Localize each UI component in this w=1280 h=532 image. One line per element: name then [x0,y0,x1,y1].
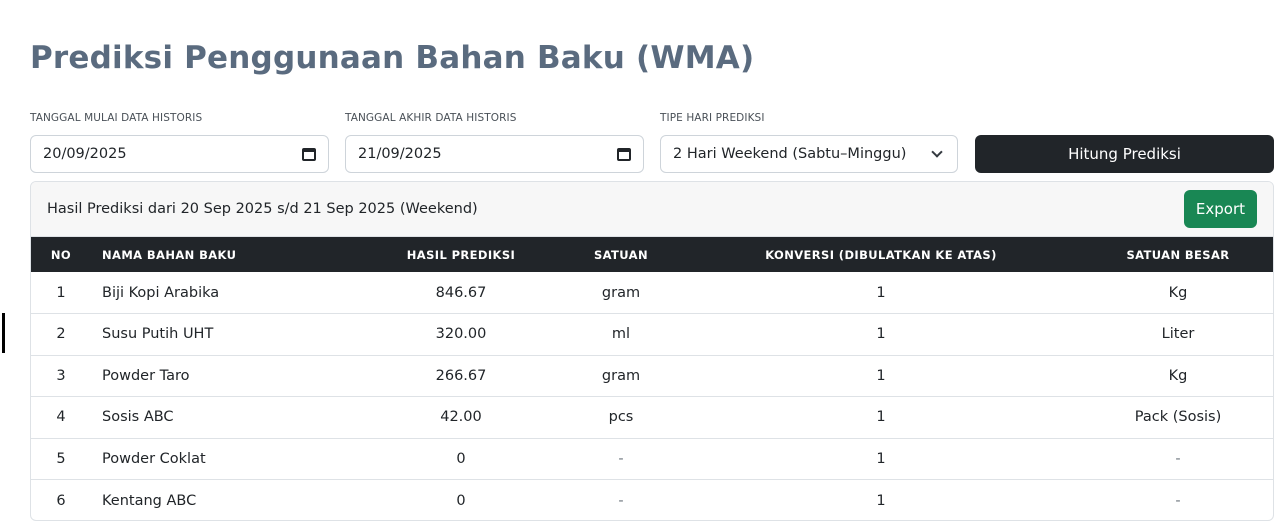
row-unit: gram [601,284,641,301]
result-title: Hasil Prediksi dari 20 Sep 2025 s/d 21 S… [47,201,478,217]
page-title: Prediksi Penggunaan Bahan Baku (WMA) [30,40,755,76]
row-unit: - [618,492,624,509]
column-header-prediction: HASIL PREDIKSI [406,247,516,262]
row-unit: ml [611,326,631,343]
row-large-unit: - [1175,450,1181,467]
row-conversion: 1 [876,367,886,384]
column-header-large-unit: SATUAN BESAR [1126,247,1230,262]
row-large-unit: - [1175,492,1181,509]
export-button[interactable]: Export [1183,190,1257,228]
row-material-name: Sosis ABC [102,409,174,426]
row-conversion: 1 [876,409,886,426]
row-large-unit: Liter [1161,326,1195,343]
row-unit: pcs [608,409,634,426]
row-no: 4 [56,409,66,426]
table-row: 2 Susu Putih UHT 320.00 ml 1 Liter [31,314,1273,355]
start-date-value: 20/09/2025 [43,146,127,162]
column-header-no: NO [50,247,72,262]
row-material-name: Powder Taro [102,367,190,384]
calculate-prediction-button[interactable]: Hitung Prediksi [975,135,1274,173]
start-date-input[interactable]: 20/09/2025 [30,135,329,173]
row-large-unit: Pack (Sosis) [1134,409,1222,426]
row-prediction: 0 [456,450,466,467]
prediction-table: NO NAMA BAHAN BAKU HASIL PREDIKSI SATUAN… [31,237,1273,521]
row-no: 6 [56,492,66,509]
calendar-icon[interactable] [617,147,631,161]
column-header-unit: SATUAN [593,247,649,262]
table-row: 5 Powder Coklat 0 - 1 - [31,438,1273,480]
row-prediction: 846.67 [435,284,487,301]
row-large-unit: Kg [1168,284,1188,301]
result-card-header: Hasil Prediksi dari 20 Sep 2025 s/d 21 S… [31,182,1273,237]
row-material-name: Kentang ABC [102,492,197,509]
prediction-type-select[interactable]: 2 Hari Weekend (Sabtu–Minggu) [660,135,958,173]
end-date-label: TANGGAL AKHIR DATA HISTORIS [345,112,517,124]
row-unit: gram [601,367,641,384]
column-header-name: NAMA BAHAN BAKU [102,247,237,262]
row-prediction: 320.00 [435,326,487,343]
row-prediction: 0 [456,492,466,509]
row-conversion: 1 [876,326,886,343]
table-row: 1 Biji Kopi Arabika 846.67 gram 1 Kg [31,272,1273,314]
prediction-type-label: TIPE HARI PREDIKSI [660,112,765,124]
row-no: 3 [56,367,66,384]
row-material-name: Powder Coklat [102,450,206,467]
table-row: 4 Sosis ABC 42.00 pcs 1 Pack (Sosis) [31,397,1273,438]
row-prediction: 266.67 [435,367,487,384]
row-conversion: 1 [876,284,886,301]
column-header-conversion: KONVERSI (DIBULATKAN KE ATAS) [765,247,997,262]
end-date-input[interactable]: 21/09/2025 [345,135,644,173]
row-no: 2 [56,326,66,343]
prediction-type-value: 2 Hari Weekend (Sabtu–Minggu) [673,146,907,162]
row-conversion: 1 [876,492,886,509]
chevron-down-icon [931,146,943,158]
row-material-name: Biji Kopi Arabika [102,284,220,301]
table-row: 3 Powder Taro 266.67 gram 1 Kg [31,355,1273,397]
row-unit: - [618,450,624,467]
row-conversion: 1 [876,450,886,467]
prediction-result-card: Hasil Prediksi dari 20 Sep 2025 s/d 21 S… [30,181,1274,521]
row-no: 1 [56,284,66,301]
calendar-icon[interactable] [302,147,316,161]
row-no: 5 [56,450,66,467]
row-material-name: Susu Putih UHT [102,326,214,343]
table-header-row: NO NAMA BAHAN BAKU HASIL PREDIKSI SATUAN… [31,237,1273,272]
end-date-value: 21/09/2025 [358,146,442,162]
row-prediction: 42.00 [440,409,482,426]
text-cursor-marker [2,313,5,353]
table-row: 6 Kentang ABC 0 - 1 - [31,480,1273,521]
start-date-label: TANGGAL MULAI DATA HISTORIS [30,112,203,124]
row-large-unit: Kg [1168,367,1188,384]
